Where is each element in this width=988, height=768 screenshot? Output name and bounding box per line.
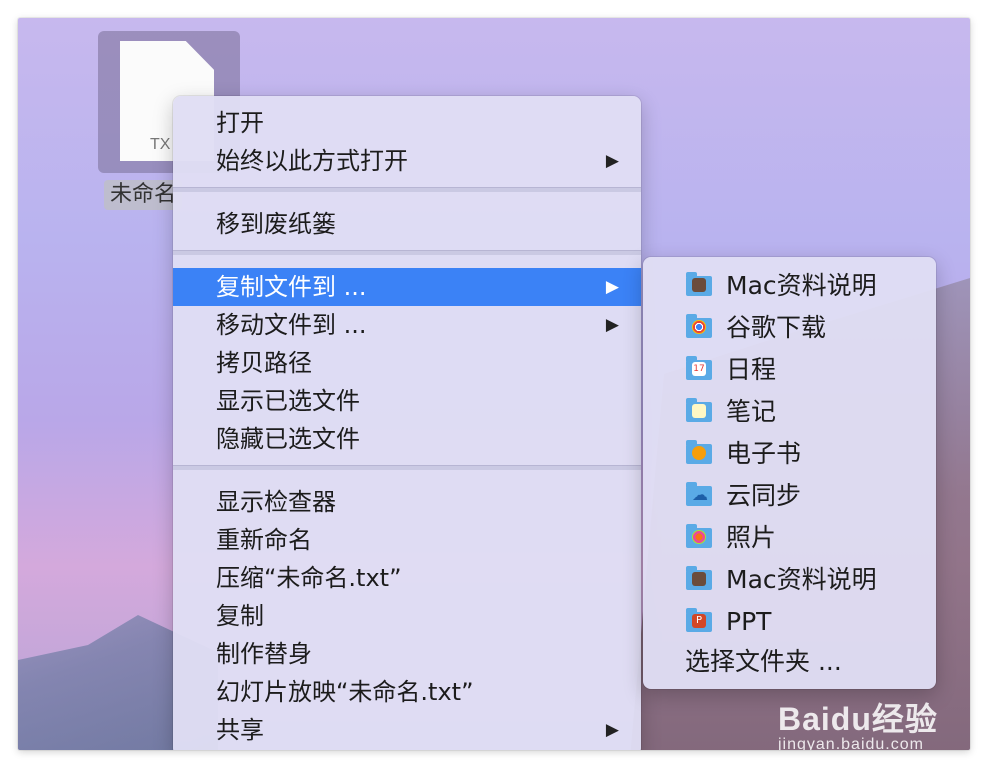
menu-item-show-inspector[interactable]: 显示检查器: [173, 483, 641, 521]
menu-item-label: 打开: [216, 109, 264, 137]
file-name-label[interactable]: 未命名: [104, 180, 183, 210]
submenu-item-ebooks[interactable]: 电子书: [643, 433, 936, 475]
menu-item-label: 幻灯片放映“未命名.txt”: [216, 678, 474, 706]
menu-item-label: 隐藏已选文件: [216, 425, 360, 453]
menu-item-make-alias[interactable]: 制作替身: [173, 635, 641, 673]
submenu-item-mac-docs[interactable]: Mac资料说明: [643, 265, 936, 307]
submenu-item-label: 日程: [726, 355, 777, 384]
context-menu: 打开 始终以此方式打开 ▶ 移到废纸篓 复制文件到 ... ▶ 移动文件到 ..…: [173, 96, 641, 750]
submenu-item-choose-folder[interactable]: 选择文件夹 ...: [643, 643, 936, 681]
submenu-item-label: Mac资料说明: [726, 565, 877, 594]
submenu-item-mac-docs-2[interactable]: Mac资料说明: [643, 559, 936, 601]
menu-item-share[interactable]: 共享 ▶: [173, 711, 641, 749]
submenu-item-label: PPT: [726, 607, 772, 636]
submenu-item-label: 谷歌下载: [726, 313, 827, 342]
menu-item-copy-path[interactable]: 拷贝路径: [173, 344, 641, 382]
menu-item-label: 移动文件到 ...: [216, 311, 367, 339]
submenu-item-calendar[interactable]: 17 日程: [643, 349, 936, 391]
menu-item-label: 始终以此方式打开: [216, 147, 408, 175]
mac-folder-icon: [686, 272, 712, 296]
submenu-arrow-icon: ▶: [605, 315, 619, 335]
menu-item-label: 复制: [216, 602, 264, 630]
ppt-folder-icon: P: [686, 608, 712, 632]
menu-separator: [173, 187, 641, 192]
desktop: TX 未命名 打开 始终以此方式打开 ▶ 移到废纸篓 复制文件到 ... ▶ 移…: [18, 18, 970, 750]
menu-item-open[interactable]: 打开: [173, 104, 641, 142]
photos-folder-icon: [686, 524, 712, 548]
chrome-folder-icon: [686, 314, 712, 338]
menu-item-label: 拷贝路径: [216, 349, 312, 377]
cloud-folder-icon: ☁: [686, 482, 712, 506]
submenu-item-label: 电子书: [726, 439, 802, 468]
mac-folder-icon: [686, 566, 712, 590]
menu-item-move-to-trash[interactable]: 移到废纸篓: [173, 205, 641, 243]
menu-item-move-file-to[interactable]: 移动文件到 ... ▶: [173, 306, 641, 344]
menu-separator: [173, 465, 641, 470]
menu-item-hide-selected[interactable]: 隐藏已选文件: [173, 420, 641, 458]
menu-item-label: 移到废纸篓: [216, 210, 336, 238]
watermark-logo: Baidu经验: [778, 701, 938, 737]
submenu-item-cloud-sync[interactable]: ☁ 云同步: [643, 475, 936, 517]
submenu-item-chrome-downloads[interactable]: 谷歌下载: [643, 307, 936, 349]
menu-item-label: 压缩“未命名.txt”: [216, 564, 402, 592]
calendar-folder-icon: 17: [686, 356, 712, 380]
copy-to-submenu: Mac资料说明 谷歌下载 17 日程 笔记 电子书 ☁ 云同步 照片 Mac资料…: [643, 257, 936, 689]
menu-item-compress[interactable]: 压缩“未命名.txt”: [173, 559, 641, 597]
submenu-item-label: Mac资料说明: [726, 271, 877, 300]
submenu-arrow-icon: ▶: [605, 151, 619, 171]
menu-item-duplicate[interactable]: 复制: [173, 597, 641, 635]
menu-separator: [173, 250, 641, 255]
submenu-arrow-icon: ▶: [605, 277, 619, 297]
submenu-item-label: 选择文件夹 ...: [685, 647, 842, 676]
submenu-item-notes[interactable]: 笔记: [643, 391, 936, 433]
submenu-arrow-icon: ▶: [605, 720, 619, 740]
menu-item-always-open-with[interactable]: 始终以此方式打开 ▶: [173, 142, 641, 180]
menu-item-label: 复制文件到 ...: [216, 273, 367, 301]
submenu-item-label: 照片: [726, 523, 777, 552]
menu-item-label: 制作替身: [216, 640, 312, 668]
menu-item-copy-file-to[interactable]: 复制文件到 ... ▶: [173, 268, 641, 306]
file-extension-label: TX: [150, 136, 171, 153]
menu-item-label: 显示检查器: [216, 488, 336, 516]
submenu-item-label: 云同步: [726, 481, 802, 510]
submenu-item-label: 笔记: [726, 397, 777, 426]
notes-folder-icon: [686, 398, 712, 422]
submenu-item-ppt[interactable]: P PPT: [643, 601, 936, 643]
watermark-url: jingyan.baidu.com: [778, 736, 924, 750]
submenu-item-photos[interactable]: 照片: [643, 517, 936, 559]
menu-item-label: 重新命名: [216, 526, 312, 554]
menu-item-label: 共享: [216, 716, 264, 744]
menu-item-show-selected[interactable]: 显示已选文件: [173, 382, 641, 420]
books-folder-icon: [686, 440, 712, 464]
menu-item-label: 显示已选文件: [216, 387, 360, 415]
baidu-watermark: Baidu经验 jingyan.baidu.com: [778, 694, 938, 750]
menu-item-rename[interactable]: 重新命名: [173, 521, 641, 559]
menu-item-slideshow[interactable]: 幻灯片放映“未命名.txt”: [173, 673, 641, 711]
